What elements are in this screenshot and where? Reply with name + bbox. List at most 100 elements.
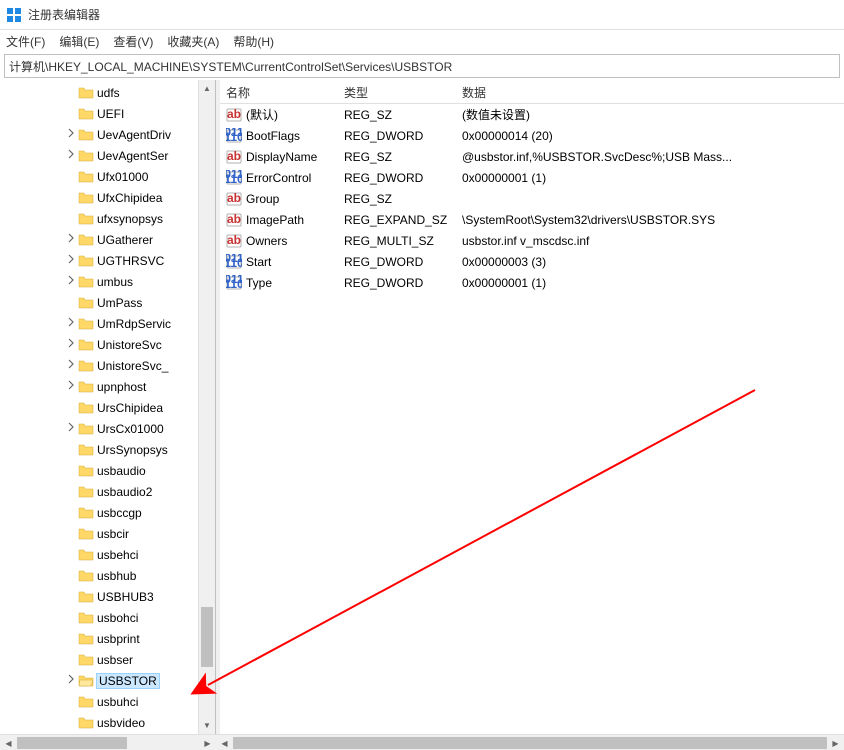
tree-item-urscx01000[interactable]: UrsCx01000	[64, 418, 215, 439]
menu-view[interactable]: 查看(V)	[113, 33, 153, 50]
registry-value-row[interactable]: ab(默认)REG_SZ(数值未设置)	[220, 104, 844, 125]
tree-item-usbvideo[interactable]: usbvideo	[64, 712, 215, 733]
value-data: 0x00000003 (3)	[456, 255, 844, 269]
registry-value-row[interactable]: abDisplayNameREG_SZ@usbstor.inf,%USBSTOR…	[220, 146, 844, 167]
column-header-name[interactable]: 名称	[220, 80, 338, 103]
tree-item-label: UevAgentDriv	[97, 128, 171, 142]
expand-icon[interactable]	[64, 317, 78, 330]
tree-item-label: UfxChipidea	[97, 191, 162, 205]
tree-item-urssynopsys[interactable]: UrsSynopsys	[64, 439, 215, 460]
tree-item-ufx01000[interactable]: Ufx01000	[64, 166, 215, 187]
menu-file[interactable]: 文件(F)	[6, 33, 45, 50]
tree-item-label: UmRdpServic	[97, 317, 171, 331]
tree-item-ufxsynopsys[interactable]: ufxsynopsys	[64, 208, 215, 229]
tree-item-unistoresvc[interactable]: UnistoreSvc	[64, 334, 215, 355]
tree-item-label: usbvideo	[97, 716, 145, 730]
column-header-data[interactable]: 数据	[456, 80, 844, 103]
tree-vertical-scrollbar[interactable]: ▲ ▼	[198, 80, 215, 734]
tree-item-umpass[interactable]: UmPass	[64, 292, 215, 313]
list-horizontal-scrollbar[interactable]: ◀ ▶	[216, 735, 844, 750]
tree-item-uevagentdriv[interactable]: UevAgentDriv	[64, 124, 215, 145]
scrollbar-thumb[interactable]	[201, 607, 213, 667]
tree-item-usbstor[interactable]: USBSTOR	[64, 670, 215, 691]
tree-item-uevagentser[interactable]: UevAgentSer	[64, 145, 215, 166]
tree-item-upnphost[interactable]: upnphost	[64, 376, 215, 397]
tree-item-label: ufxsynopsys	[97, 212, 163, 226]
tree-item-usbxhci[interactable]: USBXHCI	[64, 733, 215, 734]
tree-panel: udfs UEFI UevAgentDriv UevAgentSer Ufx01000 U…	[0, 80, 216, 734]
tree-item-usbaudio2[interactable]: usbaudio2	[64, 481, 215, 502]
tree-item-usbohci[interactable]: usbohci	[64, 607, 215, 628]
tree-item-udfs[interactable]: udfs	[64, 82, 215, 103]
menu-help[interactable]: 帮助(H)	[233, 33, 274, 50]
tree-horizontal-scrollbar[interactable]: ◀ ▶	[0, 735, 216, 750]
registry-value-row[interactable]: abOwnersREG_MULTI_SZusbstor.inf v_mscdsc…	[220, 230, 844, 251]
tree-item-label: udfs	[97, 86, 120, 100]
tree-item-umrdpservic[interactable]: UmRdpServic	[64, 313, 215, 334]
scrollbar-left-icon[interactable]: ◀	[216, 735, 233, 750]
expand-icon[interactable]	[64, 674, 78, 687]
tree-item-usbhub[interactable]: usbhub	[64, 565, 215, 586]
scrollbar-down-icon[interactable]: ▼	[199, 717, 215, 734]
registry-value-row[interactable]: 011110ErrorControlREG_DWORD0x00000001 (1…	[220, 167, 844, 188]
registry-value-row[interactable]: 011110TypeREG_DWORD0x00000001 (1)	[220, 272, 844, 293]
value-data: \SystemRoot\System32\drivers\USBSTOR.SYS	[456, 213, 844, 227]
folder-icon	[78, 211, 94, 227]
expand-icon[interactable]	[64, 275, 78, 288]
tree-item-ugatherer[interactable]: UGatherer	[64, 229, 215, 250]
value-data: (数值未设置)	[456, 106, 844, 123]
scrollbar-up-icon[interactable]: ▲	[199, 80, 215, 97]
expand-icon[interactable]	[64, 380, 78, 393]
tree-item-usbcir[interactable]: usbcir	[64, 523, 215, 544]
menu-favorites[interactable]: 收藏夹(A)	[167, 33, 219, 50]
registry-value-row[interactable]: 011110StartREG_DWORD0x00000003 (3)	[220, 251, 844, 272]
scrollbar-right-icon[interactable]: ▶	[199, 735, 216, 750]
value-name: Owners	[246, 234, 287, 248]
scrollbar-right-icon[interactable]: ▶	[827, 735, 844, 750]
tree-item-usbprint[interactable]: usbprint	[64, 628, 215, 649]
tree-item-umbus[interactable]: umbus	[64, 271, 215, 292]
scrollbar-track[interactable]	[17, 735, 199, 750]
column-header-type[interactable]: 类型	[338, 80, 456, 103]
expand-icon[interactable]	[64, 338, 78, 351]
reg-string-icon: ab	[226, 191, 242, 207]
scrollbar-thumb[interactable]	[17, 737, 127, 749]
tree-item-usbaudio[interactable]: usbaudio	[64, 460, 215, 481]
scrollbar-thumb[interactable]	[233, 737, 827, 749]
tree-item-usbuhci[interactable]: usbuhci	[64, 691, 215, 712]
tree-item-label: UrsSynopsys	[97, 443, 168, 457]
list-panel: 名称 类型 数据 ab(默认)REG_SZ(数值未设置)011110BootFl…	[220, 80, 844, 734]
tree-item-label: UrsChipidea	[97, 401, 163, 415]
expand-icon[interactable]	[64, 359, 78, 372]
expand-icon[interactable]	[64, 422, 78, 435]
tree-item-usbhub3[interactable]: USBHUB3	[64, 586, 215, 607]
scrollbar-left-icon[interactable]: ◀	[0, 735, 17, 750]
registry-value-row[interactable]: abGroupREG_SZ	[220, 188, 844, 209]
folder-icon	[78, 484, 94, 500]
scrollbar-track[interactable]	[233, 735, 827, 750]
expand-icon[interactable]	[64, 128, 78, 141]
tree-item-uefi[interactable]: UEFI	[64, 103, 215, 124]
tree-item-usbehci[interactable]: usbehci	[64, 544, 215, 565]
scrollbar-track[interactable]	[199, 97, 215, 717]
expand-icon[interactable]	[64, 233, 78, 246]
expand-icon[interactable]	[64, 149, 78, 162]
tree-item-usbser[interactable]: usbser	[64, 649, 215, 670]
tree-item-urschipidea[interactable]: UrsChipidea	[64, 397, 215, 418]
list-header: 名称 类型 数据	[220, 80, 844, 104]
tree-item-label: UrsCx01000	[97, 422, 164, 436]
registry-value-row[interactable]: abImagePathREG_EXPAND_SZ\SystemRoot\Syst…	[220, 209, 844, 230]
registry-value-row[interactable]: 011110BootFlagsREG_DWORD0x00000014 (20)	[220, 125, 844, 146]
reg-string-icon: ab	[226, 149, 242, 165]
tree-item-usbccgp[interactable]: usbccgp	[64, 502, 215, 523]
folder-icon	[78, 463, 94, 479]
tree-item-unistoresvc_[interactable]: UnistoreSvc_	[64, 355, 215, 376]
expand-icon[interactable]	[64, 254, 78, 267]
menu-edit[interactable]: 编辑(E)	[59, 33, 99, 50]
tree-item-label: UmPass	[97, 296, 142, 310]
tree-item-label: usbehci	[97, 548, 138, 562]
tree-item-label: Ufx01000	[97, 170, 148, 184]
tree-item-ufxchipidea[interactable]: UfxChipidea	[64, 187, 215, 208]
address-bar[interactable]: 计算机\HKEY_LOCAL_MACHINE\SYSTEM\CurrentCon…	[4, 54, 840, 78]
tree-item-ugthrsvc[interactable]: UGTHRSVC	[64, 250, 215, 271]
